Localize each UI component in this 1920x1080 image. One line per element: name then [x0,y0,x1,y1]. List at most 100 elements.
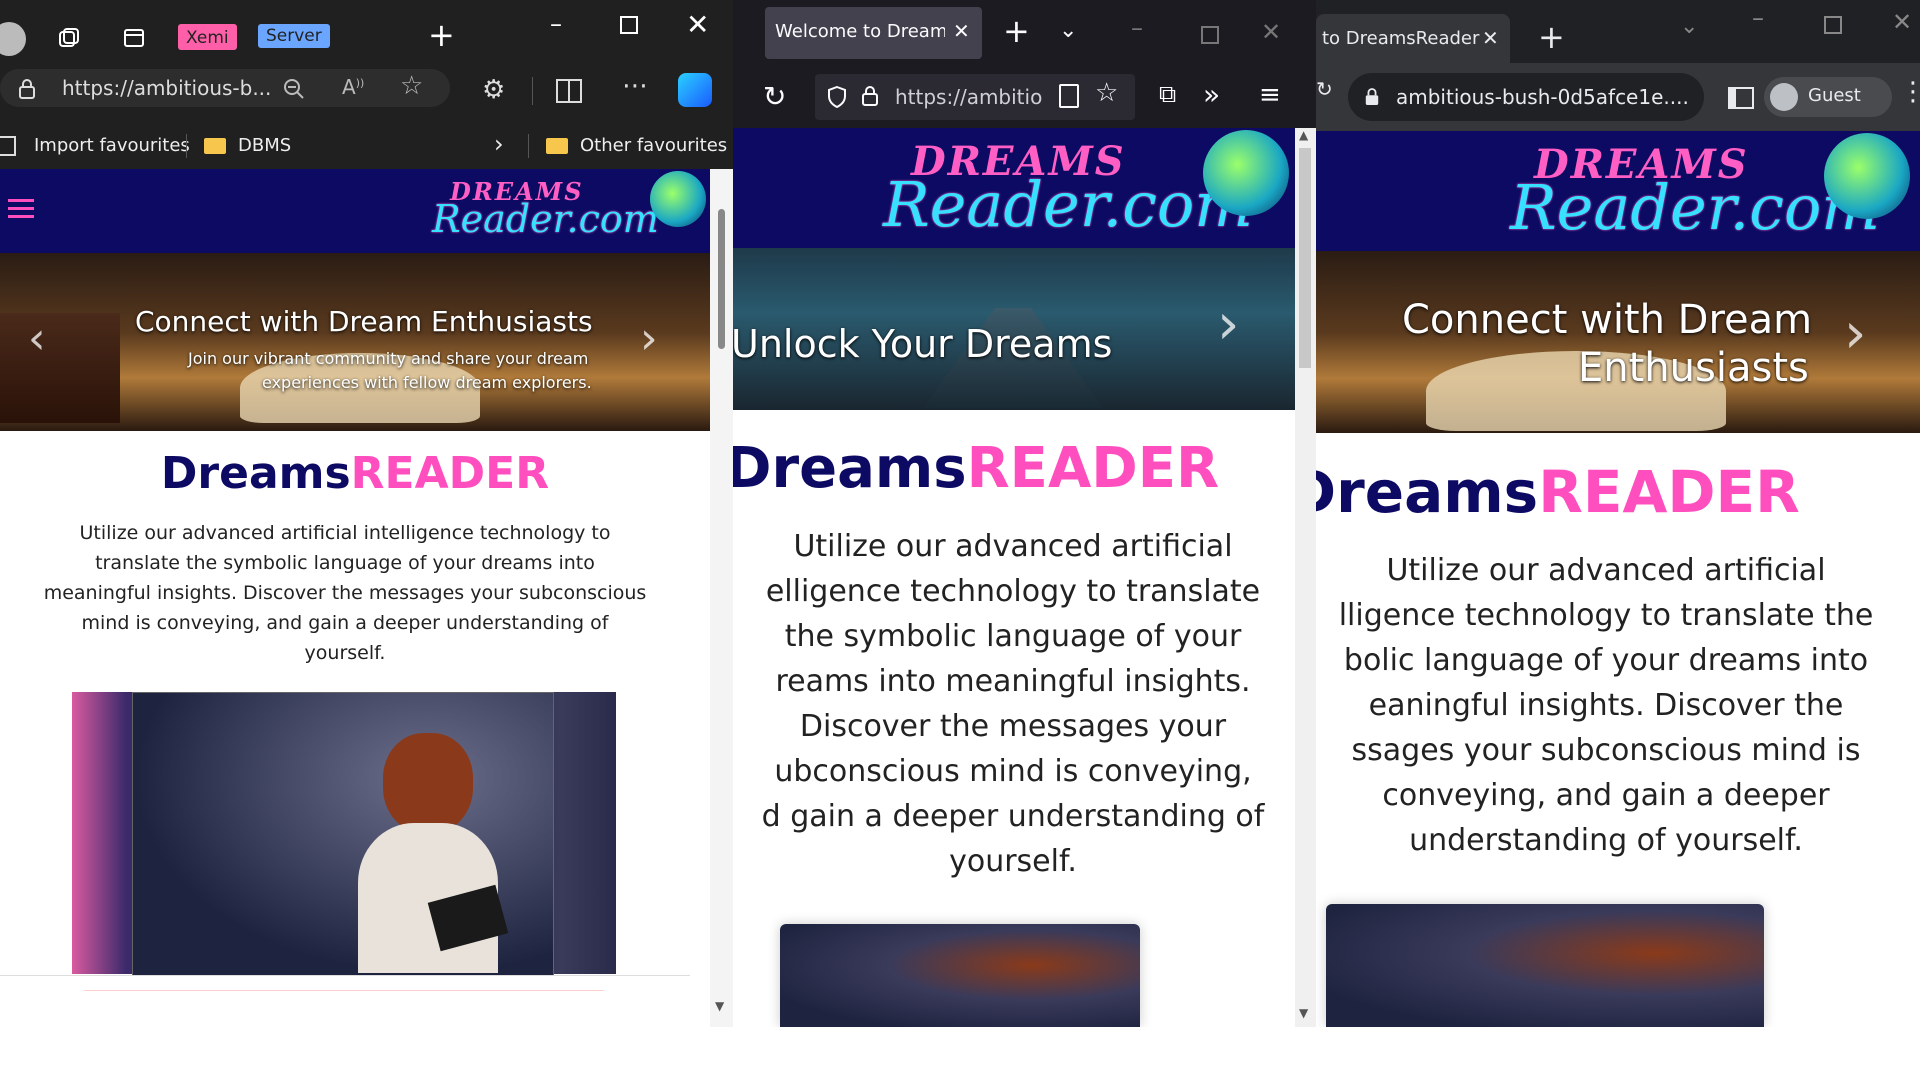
address-bar[interactable]: https://ambitious-b... A)) ☆ [0,69,450,107]
para-line: Utilize our advanced artificial [1386,553,1826,588]
scroll-down-icon[interactable]: ▼ [715,999,724,1013]
profile-avatar[interactable] [0,22,26,56]
tab-group-server[interactable]: Server [258,24,330,48]
fav-other[interactable]: Other favourites [580,135,727,156]
folder-icon [204,138,226,154]
tab-search-icon[interactable]: ⌄ [1680,14,1698,39]
scrollbar[interactable]: ▲ ▼ [1295,128,1316,1027]
scroll-up-icon[interactable]: ▲ [1299,128,1308,142]
para-line: conveying, and gain a deeper [1382,778,1830,813]
new-tab-button[interactable]: + [428,16,455,54]
dream-image-carousel [72,692,616,976]
intro-paragraph: Utilize our advanced artificial intellig… [0,518,690,668]
carousel-prev-icon[interactable]: ‹ [28,313,46,364]
para-line: meaningful insights. Discover the messag… [43,582,647,604]
shield-icon[interactable] [827,86,847,108]
carousel-next-icon[interactable]: › [1217,292,1239,357]
reader-view-icon[interactable] [1059,84,1079,108]
more-menu-icon[interactable]: ⋮ [1900,77,1920,107]
heading-reader: READER [350,448,550,499]
favourites-bar: Import favourites DBMS › Other favourite… [0,126,733,169]
hero-carousel: Connect with Dream Enthusiasts › [1316,251,1920,433]
chrome-toolbar: ↻ ambitious-bush-0d5afce1e.... Guest ⋮ [1316,63,1920,131]
carousel-next-icon[interactable]: › [640,313,658,364]
scrollbar-thumb[interactable] [1299,148,1311,368]
scrollbar[interactable]: ▼ [710,169,733,1027]
url-text: https://ambitious-b... [62,76,272,100]
fav-import[interactable]: Import favourites [34,135,190,156]
favorite-star-icon[interactable]: ☆ [400,71,423,101]
copilot-icon[interactable] [678,73,712,107]
tab-group-xemi[interactable]: Xemi [178,24,237,50]
fav-divider [186,134,187,158]
read-aloud-icon[interactable]: A)) [342,75,364,99]
active-tab[interactable]: Welcome to Dreams ✕ [765,7,982,59]
more-options-icon[interactable]: ⋯ [622,71,648,101]
address-bar[interactable]: ambitious-bush-0d5afce1e.... [1348,73,1704,121]
chevron-right-icon[interactable]: › [494,130,504,158]
para-line: mind is conveying, and gain a deeper und… [81,612,609,634]
edge-titlebar: Xemi Server + – ✕ [0,0,733,63]
profile-name: Guest [1808,85,1861,106]
maximize-button[interactable] [1201,26,1219,44]
para-line: ssages your subconscious mind is [1351,733,1861,768]
fav-dbms[interactable]: DBMS [238,135,291,156]
folder-icon [546,138,568,154]
profile-button[interactable]: Guest [1764,77,1892,117]
fav-divider-2 [528,134,529,158]
heading-dreams: Dreams [160,448,351,499]
new-tab-button[interactable]: + [1003,12,1030,50]
minimize-button[interactable]: – [550,10,562,38]
carousel-next-icon[interactable]: › [1844,301,1866,366]
close-button[interactable]: ✕ [1261,18,1281,46]
maximize-button[interactable] [1824,16,1842,34]
para-line: yourself. [304,642,386,664]
bookmark-star-icon[interactable]: ☆ [1095,78,1118,108]
main-heading: DreamsREADER [0,448,710,499]
reload-icon[interactable]: ↻ [1316,77,1333,101]
firefox-window: Welcome to Dreams ✕ + ⌄ – ✕ ↻ https://am… [733,0,1316,1027]
scrollbar-thumb[interactable] [718,209,725,349]
hamburger-menu-icon[interactable] [8,199,34,218]
minimize-button[interactable]: – [1131,14,1143,42]
url-text: ambitious-bush-0d5afce1e.... [1396,85,1689,109]
para-line: ubconscious mind is conveying, [774,754,1252,789]
tab-close-icon[interactable]: ✕ [1482,26,1499,50]
dream-image [1326,904,1764,1027]
para-line: translate the symbolic language of your … [95,552,595,574]
crystal-ball-logo [1203,130,1289,216]
tab-list-icon[interactable]: ⌄ [1059,18,1077,43]
maximize-button[interactable] [620,16,638,34]
intro-paragraph: Utilize our advanced artificial lligence… [1316,548,1920,863]
hamburger-menu-icon[interactable]: ≡ [1259,80,1281,110]
reload-icon[interactable]: ↻ [763,80,786,113]
tab-actions-icon[interactable] [122,26,146,50]
crystal-ball-logo [650,171,706,227]
crystal-ball-logo [1824,133,1910,219]
extensions-icon[interactable]: ⚙ [482,75,505,105]
para-line: Utilize our advanced artificial intellig… [79,522,611,544]
overflow-menu-icon[interactable]: » [1203,78,1220,111]
workspaces-icon[interactable] [56,26,82,52]
extensions-icon[interactable]: ⧉ [1159,80,1176,108]
tab-close-icon[interactable]: ✕ [953,19,970,43]
zoom-icon[interactable] [282,77,306,101]
tab-title: Welcome to Dreams [775,21,945,42]
minimize-button[interactable]: – [1752,4,1764,32]
heading-reader: READER [966,436,1220,501]
new-tab-button[interactable]: + [1538,18,1565,56]
guest-avatar-icon [1770,83,1798,111]
para-line: Discover the messages your [799,709,1227,744]
split-screen-icon[interactable] [556,79,582,103]
hero-title: Unlock Your Dreams [733,322,1113,366]
side-panel-icon[interactable] [1728,87,1754,109]
scroll-down-icon[interactable]: ▼ [1299,1006,1308,1020]
chrome-tabbar: to DreamsReader ✕ + ⌄ – ✕ [1316,0,1920,63]
active-tab[interactable]: to DreamsReader ✕ [1316,14,1510,63]
dream-image [780,924,1140,1027]
address-bar[interactable]: https://ambitio ☆ [815,74,1135,120]
close-button[interactable]: ✕ [1892,8,1912,36]
main-heading: DreamsREADER [733,436,1316,501]
para-line: yourself. [949,844,1077,879]
close-button[interactable]: ✕ [686,8,709,41]
